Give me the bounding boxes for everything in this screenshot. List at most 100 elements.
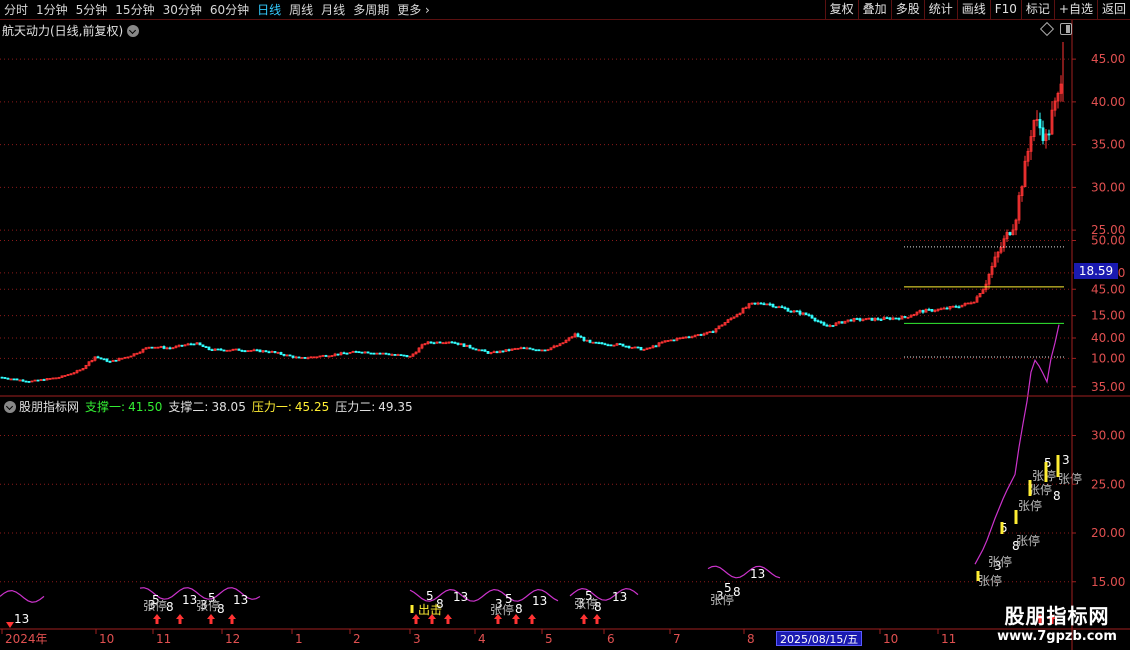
- candle-body: [918, 310, 922, 313]
- period-tab-30min[interactable]: 30分钟: [159, 1, 206, 18]
- candle-body: [510, 348, 514, 351]
- candle-body: [621, 343, 625, 347]
- candle-body: [183, 344, 187, 347]
- candle-body: [105, 358, 109, 362]
- multi-stock-button[interactable]: 多股: [890, 0, 924, 20]
- f10-button[interactable]: F10: [989, 0, 1021, 20]
- candle-body: [537, 349, 541, 352]
- candle-body: [747, 303, 751, 308]
- statistics-button[interactable]: 统计: [923, 0, 957, 20]
- candle-body: [30, 380, 34, 383]
- indicator-line: [707, 565, 781, 579]
- candle-body: [393, 354, 397, 356]
- candle-body: [705, 331, 709, 335]
- candle-body: [879, 319, 883, 321]
- candle-body: [933, 310, 937, 312]
- candle-body: [684, 336, 688, 339]
- signal-count-label: 3: [200, 598, 208, 612]
- candle-body: [312, 356, 316, 359]
- candle-body: [888, 317, 892, 320]
- candle-body: [1008, 232, 1012, 236]
- candle-body: [726, 319, 730, 323]
- candle-body: [177, 344, 181, 347]
- x-tick-label: 11: [156, 632, 171, 646]
- candle-body: [324, 355, 328, 357]
- chevron-down-icon[interactable]: [4, 400, 16, 413]
- candle-body: [516, 347, 520, 350]
- candle-body: [609, 344, 613, 347]
- candle-body: [957, 306, 961, 309]
- main-y-tick-label: 35.00: [1091, 138, 1125, 152]
- candle-body: [213, 348, 217, 351]
- candle-body: [891, 317, 895, 320]
- candle-body: [981, 289, 985, 294]
- panel-toggle-icon[interactable]: [1060, 23, 1072, 35]
- period-tab-intraday[interactable]: 分时: [0, 1, 32, 18]
- candle-body: [765, 303, 769, 306]
- candle-body: [486, 351, 490, 354]
- indicator-y-tick-label: 40.00: [1091, 331, 1125, 345]
- candle-body: [198, 342, 202, 346]
- candle-body: [54, 377, 58, 380]
- signal-count-label: 8: [594, 600, 602, 614]
- candle-body: [864, 318, 868, 321]
- period-tab-daily[interactable]: 日线: [253, 1, 285, 18]
- signal-count-label: 13: [750, 567, 765, 581]
- candle-body: [489, 352, 493, 354]
- candle-body: [267, 351, 271, 354]
- overlay-button[interactable]: 叠加: [857, 0, 891, 20]
- more-label: 更多: [397, 3, 422, 17]
- indicator-y-tick-label: 35.00: [1091, 380, 1125, 394]
- candle-body: [849, 319, 853, 322]
- candle-body: [831, 325, 835, 327]
- buy-arrow-icon: [593, 614, 601, 624]
- strike-label: 出击: [418, 603, 442, 617]
- candle-body: [963, 303, 967, 306]
- support2-value: 38.05: [211, 399, 246, 414]
- candle-body: [1044, 133, 1048, 141]
- signal-count-label: 13: [453, 590, 468, 604]
- candle-body: [228, 349, 232, 352]
- candle-body: [432, 342, 436, 345]
- restore-rights-button[interactable]: 复权: [824, 0, 858, 20]
- mark-button[interactable]: 标记: [1020, 0, 1054, 20]
- period-tab-15min[interactable]: 15分钟: [111, 1, 158, 18]
- candle-body: [939, 308, 943, 311]
- chevron-down-icon[interactable]: [127, 24, 140, 37]
- candle-body: [702, 333, 706, 336]
- diamond-icon[interactable]: [1039, 21, 1055, 37]
- candle-body: [465, 344, 469, 347]
- candle-body: [828, 325, 832, 327]
- main-y-tick-label: 25.00: [1091, 223, 1125, 237]
- candle-body: [531, 348, 535, 351]
- period-tab-1min[interactable]: 1分钟: [32, 1, 72, 18]
- stock-title: 航天动力(日线,前复权): [2, 24, 124, 38]
- period-tab-multi[interactable]: 多周期: [349, 1, 393, 18]
- period-tab-more[interactable]: 更多 ›: [393, 1, 434, 18]
- period-tab-5min[interactable]: 5分钟: [72, 1, 112, 18]
- main-y-tick-label: 30.00: [1091, 180, 1125, 194]
- candle-body: [21, 379, 25, 382]
- add-watchlist-button[interactable]: +自选: [1053, 0, 1097, 20]
- limit-up-label: 张停: [490, 602, 514, 617]
- candle-body: [951, 305, 955, 308]
- candle-body: [636, 346, 640, 349]
- candle-body: [450, 341, 454, 344]
- x-tick-label: 2024年: [5, 632, 48, 646]
- back-button[interactable]: 返回: [1096, 0, 1130, 20]
- period-tab-weekly[interactable]: 周线: [285, 1, 317, 18]
- candle-body: [786, 308, 790, 312]
- candle-body: [75, 370, 79, 374]
- candle-body: [924, 308, 928, 313]
- period-tab-60min[interactable]: 60分钟: [206, 1, 253, 18]
- buy-arrow-icon: [153, 614, 161, 624]
- candle-body: [477, 349, 481, 352]
- candle-body: [276, 352, 280, 354]
- candle-body: [984, 283, 988, 291]
- period-tab-monthly[interactable]: 月线: [317, 1, 349, 18]
- draw-line-button[interactable]: 画线: [956, 0, 990, 20]
- candle-body: [573, 333, 577, 338]
- candle-body: [48, 378, 52, 380]
- candle-body: [858, 318, 862, 321]
- candle-body: [585, 339, 589, 342]
